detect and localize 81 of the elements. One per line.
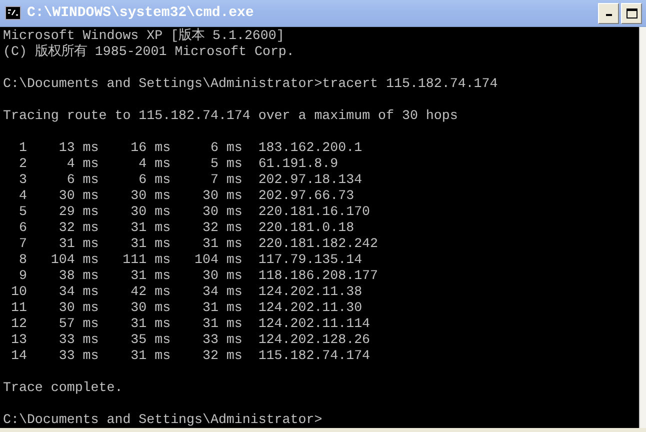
hop-address: 183.162.200.1 (258, 140, 362, 156)
hop-address: 220.181.16.170 (258, 204, 370, 220)
round-trip-time: 33 ms (58, 348, 99, 364)
round-trip-time: 4 ms (66, 156, 99, 172)
round-trip-time: 34 ms (58, 284, 99, 300)
round-trip-time: 31 ms (130, 220, 171, 236)
hop-address: 202.97.66.73 (258, 188, 354, 204)
hop-number: 6 (18, 220, 27, 236)
round-trip-time: 35 ms (130, 332, 171, 348)
hop-address: 117.79.135.14 (258, 252, 362, 268)
hop-number: 10 (10, 284, 27, 300)
console-line: C:\Documents and Settings\Administrator>tracert 115.182.74.174 (3, 76, 498, 92)
hop-number: 8 (18, 252, 27, 268)
round-trip-time: 29 ms (58, 204, 99, 220)
hop-address: 118.186.208.177 (258, 268, 378, 284)
round-trip-time: 30 ms (130, 188, 171, 204)
round-trip-time: 31 ms (58, 236, 99, 252)
hop-number: 2 (18, 156, 27, 172)
hop-number: 1 (18, 140, 27, 156)
round-trip-time: 32 ms (58, 220, 99, 236)
round-trip-time: 111 ms (122, 252, 171, 268)
round-trip-time: 13 ms (58, 140, 99, 156)
round-trip-time: 6 ms (209, 140, 242, 156)
round-trip-time: 4 ms (138, 156, 171, 172)
console-line: Tracing route to 115.182.74.174 over a maximum of 30 hops (3, 108, 458, 124)
console-line: C:\Documents and Settings\Administrator> (3, 412, 322, 428)
round-trip-time: 104 ms (193, 252, 242, 268)
hop-number: 14 (10, 348, 27, 364)
hop-number: 4 (18, 188, 27, 204)
round-trip-time: 6 ms (66, 172, 99, 188)
round-trip-time: 30 ms (201, 268, 242, 284)
hop-address: 220.181.182.242 (258, 236, 378, 252)
round-trip-time: 38 ms (58, 268, 99, 284)
round-trip-time: 104 ms (50, 252, 99, 268)
hop-number: 11 (10, 300, 27, 316)
hop-number: 7 (18, 236, 27, 252)
hop-number: 9 (18, 268, 27, 284)
round-trip-time: 30 ms (58, 188, 99, 204)
hop-address: 220.181.0.18 (258, 220, 354, 236)
hop-address: 202.97.18.134 (258, 172, 362, 188)
hop-address: 115.182.74.174 (258, 348, 370, 364)
hop-address: 61.191.8.9 (258, 156, 338, 172)
round-trip-time: 5 ms (209, 156, 242, 172)
console-icon (5, 6, 21, 20)
round-trip-time: 33 ms (201, 332, 242, 348)
round-trip-time: 30 ms (201, 188, 242, 204)
hop-address: 124.202.128.26 (258, 332, 370, 348)
round-trip-time: 33 ms (58, 332, 99, 348)
round-trip-time: 30 ms (201, 204, 242, 220)
round-trip-time: 34 ms (201, 284, 242, 300)
hop-number: 12 (10, 316, 27, 332)
round-trip-time: 31 ms (201, 236, 242, 252)
console-line: (C) 版权所有 1985-2001 Microsoft Corp. (3, 44, 294, 60)
console-line: Microsoft Windows XP [版本 5.1.2600] (3, 28, 284, 44)
hop-number: 13 (10, 332, 27, 348)
round-trip-time: 6 ms (138, 172, 171, 188)
round-trip-time: 7 ms (209, 172, 242, 188)
maximize-button[interactable] (621, 2, 642, 24)
round-trip-time: 16 ms (130, 140, 171, 156)
round-trip-time: 31 ms (130, 236, 171, 252)
hop-number: 3 (18, 172, 27, 188)
hop-address: 124.202.11.38 (258, 284, 362, 300)
hop-number: 5 (18, 204, 27, 220)
round-trip-time: 31 ms (201, 316, 242, 332)
round-trip-time: 32 ms (201, 220, 242, 236)
round-trip-time: 30 ms (58, 300, 99, 316)
round-trip-time: 30 ms (130, 204, 171, 220)
round-trip-time: 31 ms (201, 300, 242, 316)
console-line: Trace complete. (3, 380, 123, 396)
round-trip-time: 31 ms (130, 316, 171, 332)
round-trip-time: 32 ms (201, 348, 242, 364)
round-trip-time: 30 ms (130, 300, 171, 316)
round-trip-time: 42 ms (130, 284, 171, 300)
round-trip-time: 31 ms (130, 348, 171, 364)
round-trip-time: 31 ms (130, 268, 171, 284)
round-trip-time: 57 ms (58, 316, 99, 332)
hop-address: 124.202.11.30 (258, 300, 362, 316)
maximize-icon (626, 8, 638, 18)
minimize-button[interactable] (598, 2, 619, 24)
window-title: C:\WINDOWS\system32\cmd.exe (27, 5, 255, 21)
hop-address: 124.202.11.114 (258, 316, 370, 332)
